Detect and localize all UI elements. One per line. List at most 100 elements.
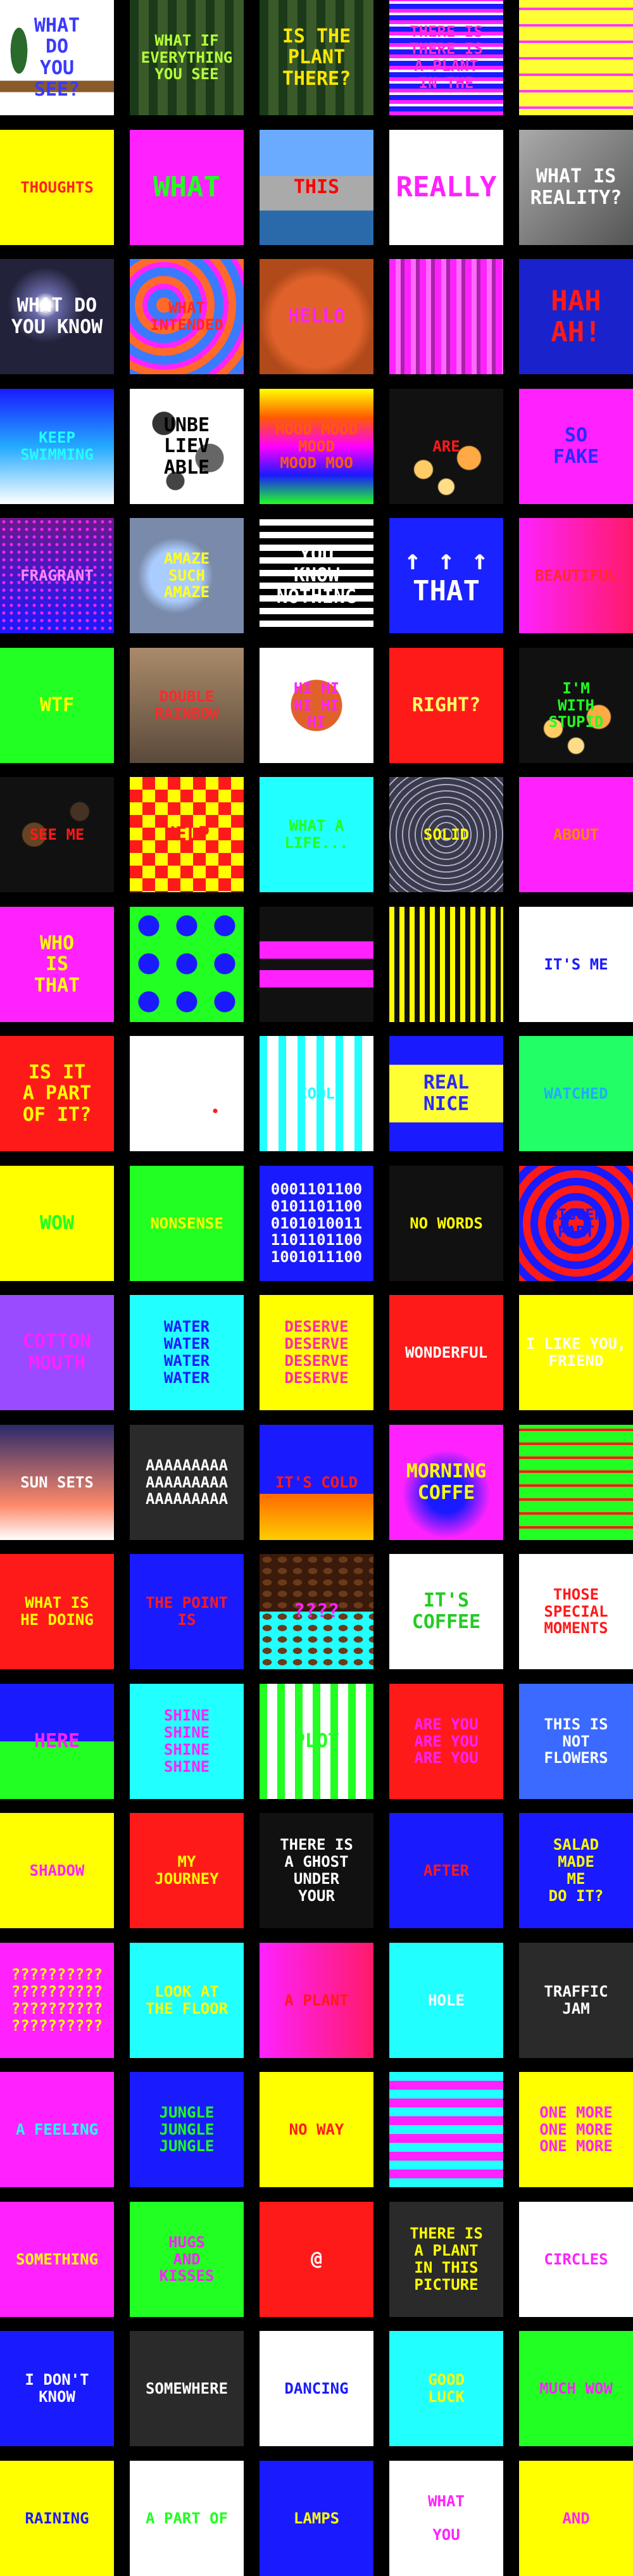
image-tile[interactable]: A FEELING (0, 2072, 114, 2187)
image-tile[interactable]: WHAT YOU (389, 2461, 503, 2576)
image-tile[interactable]: WHAT IF EVERYTHING YOU SEE (130, 0, 244, 115)
image-tile[interactable]: HUGS AND KISSES (130, 2202, 244, 2317)
image-tile[interactable]: BIGGER PART (519, 1166, 633, 1281)
image-tile[interactable]: DANCING (260, 2331, 373, 2446)
image-tile[interactable]: THIS IS NOT FLOWERS (519, 1684, 633, 1799)
image-tile[interactable]: AMAZE SUCH AMAZE (130, 518, 244, 633)
image-tile[interactable]: THOSE SPECIAL MOMENTS (519, 1554, 633, 1669)
image-tile[interactable]: MORNING COFFE (389, 1425, 503, 1540)
image-tile[interactable]: ARE YOU ARE YOU ARE YOU (389, 1684, 503, 1799)
image-tile[interactable] (519, 0, 633, 115)
image-tile[interactable]: HERE (0, 1684, 114, 1799)
image-tile[interactable]: A PLANT (260, 1943, 373, 2058)
image-tile[interactable]: ???? (260, 1554, 373, 1669)
image-tile[interactable]: CIRCLES (519, 2202, 633, 2317)
image-tile[interactable]: ?????????? ?????????? ?????????? ???????… (0, 1943, 114, 2058)
image-tile[interactable]: I'M WITH STUPID (519, 648, 633, 763)
image-tile[interactable]: THOUGHTS (0, 130, 114, 245)
image-tile[interactable]: RIGHT? (389, 648, 503, 763)
image-tile[interactable]: NO WAY (260, 2072, 373, 2187)
image-tile[interactable]: WATER WATER WATER WATER (130, 1295, 244, 1410)
image-tile[interactable]: IT'S ME (519, 907, 633, 1022)
image-tile[interactable]: ONE MORE ONE MORE ONE MORE (519, 2072, 633, 2187)
image-tile[interactable]: HELLO (260, 259, 373, 374)
image-tile[interactable]: ARE (389, 389, 503, 504)
image-tile[interactable]: PLOT (260, 1684, 373, 1799)
image-tile[interactable]: LOOK AT THE FLOOR (130, 1943, 244, 2058)
image-tile[interactable]: SUN SETS (0, 1425, 114, 1540)
image-tile[interactable]: HAH AH! (519, 259, 633, 374)
image-tile[interactable]: COTTON MOUTH (0, 1295, 114, 1410)
image-tile[interactable]: I DON'T KNOW (0, 2331, 114, 2446)
image-tile[interactable]: SHINE SHINE SHINE SHINE (130, 1684, 244, 1799)
image-tile[interactable]: WONDERFUL (389, 1295, 503, 1410)
image-tile[interactable] (130, 1036, 244, 1151)
image-tile[interactable]: WATCHED (519, 1036, 633, 1151)
image-tile[interactable]: COOL (260, 1036, 373, 1151)
image-tile[interactable]: WTF (0, 648, 114, 763)
image-tile[interactable]: HELP (130, 777, 244, 892)
image-tile[interactable]: IS IT A PART OF IT? (0, 1036, 114, 1151)
image-tile[interactable]: WHAT INTENDED (130, 259, 244, 374)
image-tile[interactable] (389, 2072, 503, 2187)
image-tile[interactable]: SEE ME (0, 777, 114, 892)
image-tile[interactable]: WHAT A LIFE... (260, 777, 373, 892)
image-tile[interactable]: WHAT (130, 130, 244, 245)
image-tile[interactable]: AND (519, 2461, 633, 2576)
image-tile[interactable]: AFTER (389, 1813, 503, 1928)
image-tile[interactable]: RAINING (0, 2461, 114, 2576)
image-tile[interactable]: DESERVE DESERVE DESERVE DESERVE (260, 1295, 373, 1410)
image-tile[interactable]: SHADOW (0, 1813, 114, 1928)
image-tile[interactable]: THERE IS THERE IS A PLANT IN THE (389, 0, 503, 115)
image-tile[interactable]: HI HI HI HI HI (260, 648, 373, 763)
image-tile[interactable]: WHAT IS HE DOING (0, 1554, 114, 1669)
image-tile[interactable]: I LIKE YOU, FRIEND (519, 1295, 633, 1410)
image-tile[interactable]: BEAUTIFUL (519, 518, 633, 633)
image-tile[interactable]: @ (260, 2202, 373, 2317)
image-tile[interactable]: MY JOURNEY (130, 1813, 244, 1928)
image-tile[interactable]: DOUBLE RAINBOW (130, 648, 244, 763)
image-tile[interactable]: JUNGLE JUNGLE JUNGLE (130, 2072, 244, 2187)
image-tile[interactable] (260, 907, 373, 1022)
image-tile[interactable]: THERE IS A GHOST UNDER YOUR (260, 1813, 373, 1928)
image-tile[interactable]: A PART OF (130, 2461, 244, 2576)
image-tile[interactable]: IT'S COLD (260, 1425, 373, 1540)
image-tile[interactable]: KEEP SWIMMING (0, 389, 114, 504)
image-tile[interactable]: IS THE PLANT THERE? (260, 0, 373, 115)
image-tile[interactable]: AAAAAAAAA AAAAAAAAA AAAAAAAAA (130, 1425, 244, 1540)
image-tile[interactable]: 0001101100 0101101100 0101010011 1101101… (260, 1166, 373, 1281)
image-tile[interactable]: THERE IS A PLANT IN THIS PICTURE (389, 2202, 503, 2317)
image-tile[interactable]: HOLE (389, 1943, 503, 2058)
image-tile[interactable] (519, 1425, 633, 1540)
image-tile[interactable]: THE POINT IS (130, 1554, 244, 1669)
image-tile[interactable]: ABOUT (519, 777, 633, 892)
image-tile[interactable]: WHAT DO YOU SEE? (0, 0, 114, 115)
image-tile[interactable] (389, 259, 503, 374)
image-tile[interactable]: WHAT DO YOU KNOW (0, 259, 114, 374)
image-tile[interactable]: MOOD MOOD MOOD MOOD MOO (260, 389, 373, 504)
image-tile[interactable]: WHO IS THAT (0, 907, 114, 1022)
image-tile[interactable] (389, 907, 503, 1022)
image-tile[interactable]: SOMEWHERE (130, 2331, 244, 2446)
image-tile[interactable]: ↑ ↑ ↑ THAT (389, 518, 503, 633)
image-tile[interactable]: WHAT IS REALITY? (519, 130, 633, 245)
image-tile[interactable]: GOOD LUCK (389, 2331, 503, 2446)
image-tile[interactable]: MUCH WOW (519, 2331, 633, 2446)
image-tile[interactable]: IT'S COFFEE (389, 1554, 503, 1669)
image-tile[interactable]: WOW (0, 1166, 114, 1281)
image-tile[interactable] (130, 907, 244, 1022)
image-tile[interactable]: YOU KNOW NOTHING (260, 518, 373, 633)
image-tile[interactable]: LAMPS (260, 2461, 373, 2576)
image-tile[interactable]: SOMETHING (0, 2202, 114, 2317)
image-tile[interactable]: SO FAKE (519, 389, 633, 504)
image-tile[interactable]: FRAGRANT (0, 518, 114, 633)
image-tile[interactable]: REAL NICE (389, 1036, 503, 1151)
image-tile[interactable]: REALLY (389, 130, 503, 245)
image-tile[interactable]: SOLID (389, 777, 503, 892)
image-tile[interactable]: UNBE LIEV ABLE (130, 389, 244, 504)
image-tile[interactable]: TRAFFIC JAM (519, 1943, 633, 2058)
image-tile[interactable]: SALAD MADE ME DO IT? (519, 1813, 633, 1928)
image-tile[interactable]: NO WORDS (389, 1166, 503, 1281)
image-tile[interactable]: THIS (260, 130, 373, 245)
image-tile[interactable]: NONSENSE (130, 1166, 244, 1281)
